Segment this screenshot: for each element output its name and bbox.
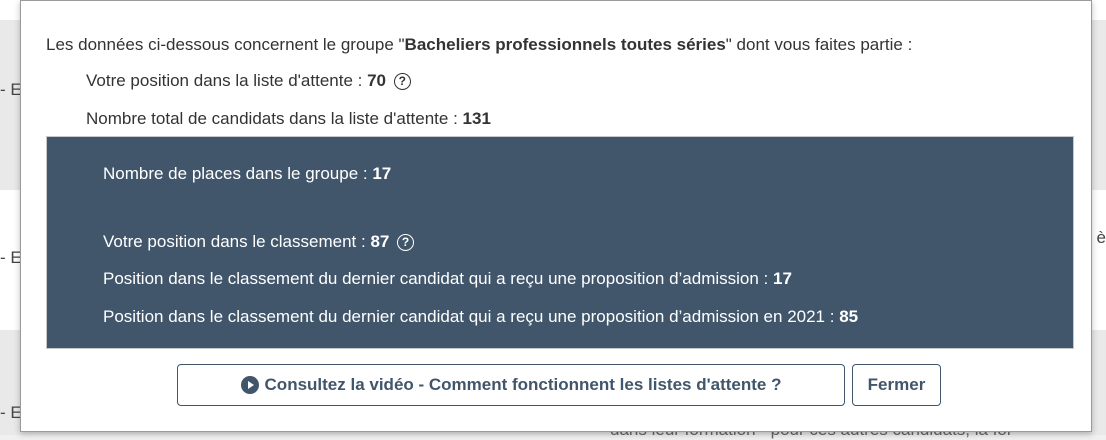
watch-video-button[interactable]: Consultez la vidéo - Comment fonctionnen… [177,364,845,406]
intro-prefix: Les données ci-dessous concernent le gro… [46,35,405,54]
background-text-fragment: è [1096,228,1106,247]
background-list-marker: - E [0,248,22,267]
ranking-info-panel: Nombre de places dans le groupe : 17 Vot… [46,136,1074,349]
last-admitted-2021-line: Position dans le classement du dernier c… [103,307,858,327]
waitlist-position-value: 70 [367,71,387,90]
waitlist-info-modal: Les données ci-dessous concernent le gro… [20,0,1092,432]
help-circle-icon[interactable]: ? [393,73,411,90]
last-admitted-2021-value: 85 [839,307,859,326]
watch-video-label: Consultez la vidéo - Comment fonctionnen… [264,375,782,394]
group-intro-text: Les données ci-dessous concernent le gro… [46,35,912,55]
places-line: Nombre de places dans le groupe : 17 [103,164,391,184]
ranking-position-value: 87 [370,232,390,251]
last-admitted-line: Position dans le classement du dernier c… [103,269,792,289]
ranking-position-line: Votre position dans le classement : 87 ? [103,232,415,252]
help-circle-icon[interactable]: ? [397,234,415,251]
places-label: Nombre de places dans le groupe : [103,164,373,183]
intro-suffix: " dont vous faites partie : [725,35,913,54]
waitlist-total-label: Nombre total de candidats dans la liste … [86,109,463,128]
background-list-marker: - E [0,80,22,99]
waitlist-position-line: Votre position dans la liste d'attente :… [86,71,411,91]
play-circle-icon [240,376,259,394]
waitlist-total-line: Nombre total de candidats dans la liste … [86,109,491,129]
group-name: Bacheliers professionnels toutes séries [404,35,726,54]
last-admitted-value: 17 [773,269,792,288]
close-label: Fermer [867,375,926,394]
waitlist-total-value: 131 [462,109,491,128]
last-admitted-2021-label: Position dans le classement du dernier c… [103,307,840,326]
ranking-position-label: Votre position dans le classement : [103,232,371,251]
last-admitted-label: Position dans le classement du dernier c… [103,269,774,288]
close-button[interactable]: Fermer [852,364,941,406]
background-list-marker: - E [0,403,22,422]
places-value: 17 [372,164,392,183]
waitlist-position-label: Votre position dans la liste d'attente : [86,71,368,90]
